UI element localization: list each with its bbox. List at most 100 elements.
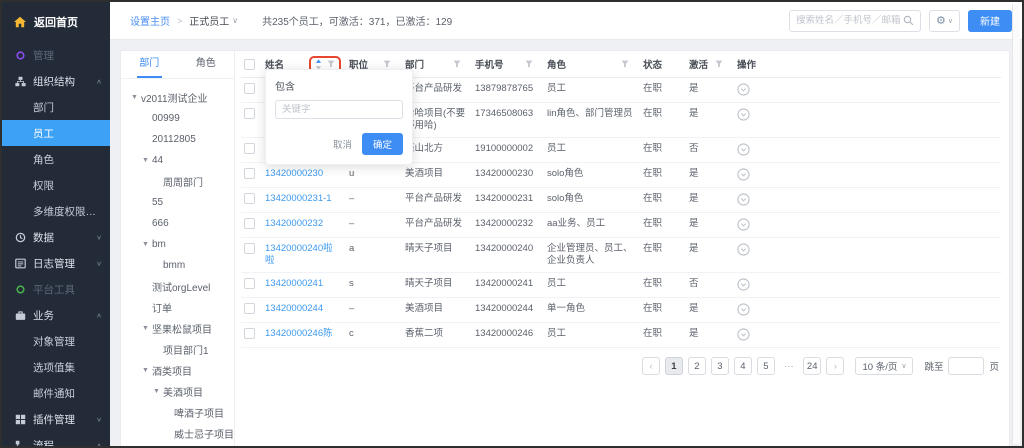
employee-name-link[interactable]: 13420000230 [265,168,349,180]
caret-down-icon[interactable]: ▼ [142,325,152,332]
tree-tab[interactable]: 角色 [178,51,235,78]
tree-node[interactable]: 20112805 [121,129,234,150]
employee-name-link[interactable]: 13420000246陈 [265,328,349,340]
row-actions-button[interactable] [737,143,1001,156]
page-button[interactable]: 4 [734,357,752,375]
tree-node[interactable]: 订单 [121,297,234,318]
sidebar-item[interactable]: 业务∧ [2,302,110,328]
filter-icon[interactable] [453,60,461,68]
tree-node[interactable]: 55 [121,192,234,213]
row-actions-button[interactable] [737,303,1001,316]
sidebar-item[interactable]: 选项值集 [2,354,110,380]
sidebar-item[interactable]: 组织结构∧ [2,68,110,94]
caret-down-icon[interactable]: ▼ [142,367,152,374]
sidebar-item[interactable]: 邮件通知 [2,380,110,406]
gear-icon: ⚙ [936,14,946,27]
settings-dropdown-button[interactable]: ⚙∨ [929,10,960,32]
prev-page-button[interactable]: ‹ [642,357,660,375]
tree-node[interactable]: ▼酒类项目 [121,360,234,381]
row-checkbox[interactable] [244,218,255,229]
employee-name-link[interactable]: 13420000240啦啦 [265,243,349,267]
row-checkbox[interactable] [244,303,255,314]
row-checkbox[interactable] [244,108,255,119]
tree-node[interactable]: 项目部门1 [121,339,234,360]
row-actions-button[interactable] [737,108,1001,121]
row-checkbox[interactable] [244,328,255,339]
row-actions-button[interactable] [737,168,1001,181]
next-page-button[interactable]: › [826,357,844,375]
page-button[interactable]: 1 [665,357,683,375]
sidebar-item[interactable]: 权限 [2,172,110,198]
filter-icon[interactable] [715,60,723,68]
filter-confirm-button[interactable]: 确定 [362,133,403,155]
tree-node[interactable]: 666 [121,213,234,234]
row-actions-button[interactable] [737,218,1001,231]
tree-node[interactable]: ▼v2011测试企业 [121,87,234,108]
row-checkbox[interactable] [244,278,255,289]
search-input[interactable] [796,15,903,26]
sidebar-item[interactable]: 管理 [2,42,110,68]
sidebar-item[interactable]: 日志管理∨ [2,250,110,276]
filter-cancel-button[interactable]: 取消 [333,137,352,151]
page-button[interactable]: 3 [711,357,729,375]
tree-node[interactable]: 威士忌子项目 [121,423,234,444]
employee-name-link[interactable]: 13420000232 [265,218,349,230]
sidebar-item[interactable]: 员工 [2,120,110,146]
caret-down-icon[interactable]: ▼ [142,241,152,248]
page-button[interactable]: 24 [803,357,822,375]
filter-keyword-input[interactable] [275,100,403,119]
employee-name-link[interactable]: 13420000241 [265,278,349,290]
breadcrumb-current[interactable]: 正式员工 [189,13,229,28]
tree-node[interactable]: 00999 [121,108,234,129]
filter-icon[interactable] [525,60,533,68]
page-size-select[interactable]: 10 条/页∨ [855,357,913,375]
row-checkbox[interactable] [244,143,255,154]
tree-node[interactable]: ▼美酒项目 [121,381,234,402]
row-actions-button[interactable] [737,193,1001,206]
tree-node[interactable]: 周周部门 [121,171,234,192]
row-checkbox[interactable] [244,168,255,179]
sidebar-item[interactable]: 多维度权限管理 [2,198,110,224]
row-actions-button[interactable] [737,278,1001,291]
select-all-checkbox[interactable] [244,59,255,70]
sidebar-item[interactable]: 插件管理∨ [2,406,110,432]
filter-icon[interactable] [383,60,391,68]
employee-name-link[interactable]: 13420000231-1 [265,193,349,205]
tree-node[interactable]: ▼坚果松鼠项目 [121,318,234,339]
tree-tab[interactable]: 部门 [121,51,178,78]
tree-node[interactable]: 测试orgLevel [121,276,234,297]
tree-node[interactable]: ▼品牌酒项目 [121,444,234,446]
scrollbar-track[interactable] [1012,4,1020,444]
sidebar-item[interactable]: 角色 [2,146,110,172]
search-icon[interactable] [903,15,914,26]
row-checkbox[interactable] [244,83,255,94]
row-checkbox[interactable] [244,193,255,204]
sidebar-item[interactable]: 流程∧ [2,432,110,448]
sidebar-item[interactable]: 平台工具 [2,276,110,302]
caret-down-icon[interactable]: ▼ [131,94,141,101]
tree-node[interactable]: ▼bm [121,234,234,255]
employee-name-link[interactable]: 13420000244 [265,303,349,315]
row-actions-button[interactable] [737,328,1001,341]
page-button[interactable]: 5 [757,357,775,375]
sidebar-item[interactable]: 数据∨ [2,224,110,250]
sort-icon[interactable] [315,59,322,70]
row-checkbox[interactable] [244,243,255,254]
caret-down-icon[interactable]: ▼ [142,157,152,164]
new-button[interactable]: 新建 [968,10,1012,32]
sidebar-item[interactable]: 部门 [2,94,110,120]
jump-page-input[interactable] [948,357,984,375]
tree-node[interactable]: ▼44 [121,150,234,171]
tree-node[interactable]: bmm [121,255,234,276]
filter-icon[interactable] [327,60,335,68]
tree-node[interactable]: 啤酒子项目 [121,402,234,423]
breadcrumb-link[interactable]: 设置主页 [130,13,170,28]
breadcrumb-caret-icon[interactable]: ∨ [232,16,238,25]
sidebar-item[interactable]: 对象管理 [2,328,110,354]
filter-icon[interactable] [621,60,629,68]
page-button[interactable]: 2 [688,357,706,375]
caret-down-icon[interactable]: ▼ [153,388,163,395]
sidebar-home-link[interactable]: 返回首页 [2,2,110,42]
row-actions-button[interactable] [737,83,1001,96]
row-actions-button[interactable] [737,243,1001,256]
